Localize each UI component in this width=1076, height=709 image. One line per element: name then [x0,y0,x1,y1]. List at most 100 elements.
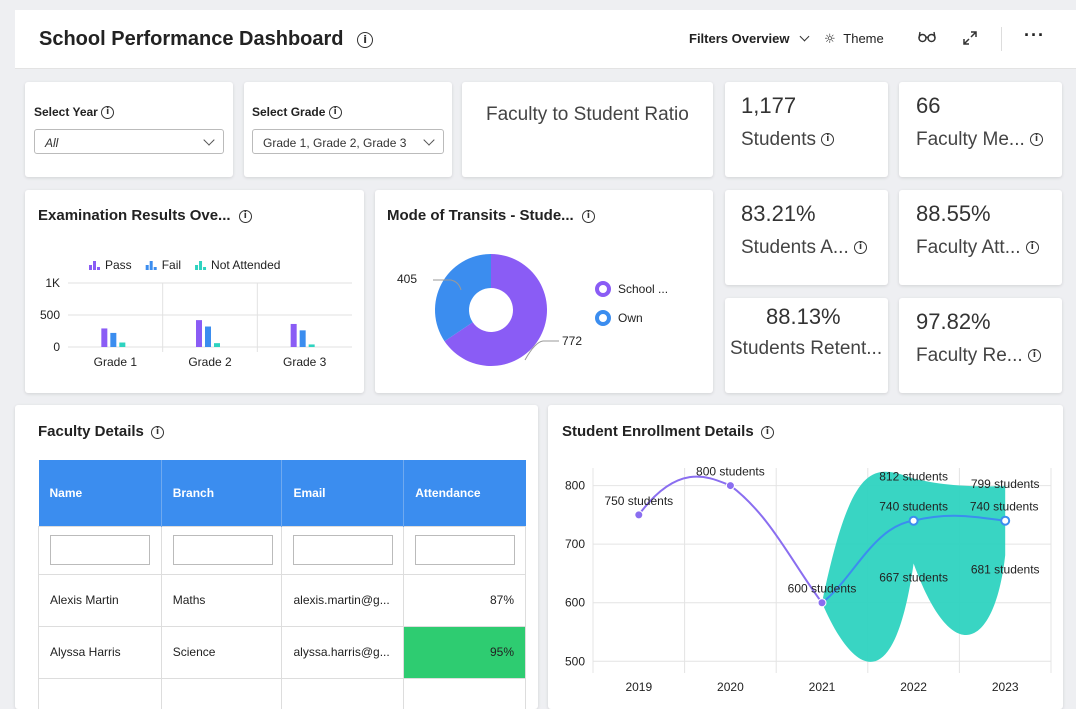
legend-swatch [595,310,611,326]
filter-cell [160,525,283,575]
branch-filter-input[interactable] [172,535,273,565]
bar [214,343,220,347]
ratio-title: Faculty to Student Ratio [486,104,689,125]
info-icon[interactable]: i [101,106,115,120]
legend-swatch [595,281,611,297]
legend-item [145,261,157,270]
legend-label: Fail [162,258,181,272]
x-tick-label: 2023 [992,680,1019,694]
faculty-title: Faculty Details i [38,423,165,440]
column-header-name[interactable]: Name [38,460,162,526]
enrollment-card: Student Enrollment Details i 500 600 700 80… [548,405,1063,709]
column-header-attendance[interactable]: Attendance [403,460,526,526]
info-icon[interactable]: i [821,133,835,147]
y-tick-label: 800 [565,479,585,493]
cell-name: Alyssa Harris [38,625,162,679]
faculty-retention-kpi-card: 97.82% Faculty Re... i [899,298,1062,393]
legend-label: Pass [105,258,132,272]
data-label: 800 students [696,465,765,479]
dashboard-header: School Performance Dashboard i Filters O… [15,10,1076,69]
data-label: 740 students [879,500,948,514]
bar [119,342,126,347]
grade-filter-card: Select Grade i Grade 1, Grade 2, Grade 3 [244,82,452,177]
info-icon[interactable]: i [1025,241,1039,255]
sun-icon: ☼ [824,32,836,47]
data-point [817,598,827,608]
legend-item [89,261,100,270]
kpi-label: Faculty Me... i [916,129,1044,151]
x-tick-label: 2021 [809,680,836,694]
year-filter-card: Select Year i All [25,82,233,177]
legend-label: Own [618,311,643,325]
info-icon[interactable]: i [357,31,374,48]
table-row[interactable] [38,677,526,709]
glasses-icon[interactable] [918,31,936,47]
faculty-table: Name Branch Email Attendance Alexis Mart… [38,460,526,709]
year-filter-label: Select Year i [34,105,115,120]
kpi-value: 1,177 [741,93,797,118]
legend-swatch [149,261,153,270]
kpi-label: Students Retent... [730,338,883,359]
kpi-label: Students A... i [741,237,868,259]
kpi-label: Faculty Re... i [916,345,1041,367]
info-icon[interactable]: i [854,241,868,255]
legend-swatch [153,267,157,270]
x-tick-label: Grade 1 [94,355,138,369]
grade-select[interactable]: Grade 1, Grade 2, Grade 3 [252,129,444,154]
y-tick-label: 500 [40,308,60,322]
faculty-attendance-kpi-card: 88.55% Faculty Att... i [899,190,1062,285]
y-tick-label: 1K [45,276,60,290]
data-label: 799 students [971,477,1040,491]
y-tick-label: 500 [565,654,585,668]
legend-item [195,261,207,270]
exam-results-card: Examination Results Ove... i 0 500 1K Grade… [25,190,364,393]
info-icon[interactable]: i [1030,133,1044,147]
bar [205,326,211,347]
ratio-card: Faculty to Student Ratio [462,82,713,177]
column-header-branch[interactable]: Branch [161,460,283,526]
cell-attendance: 95% [403,625,526,679]
cell-email: alyssa.harris@g... [281,625,405,679]
data-label: 740 students [970,500,1039,514]
data-label: 667 students [879,570,948,584]
student-retention-kpi-card: 88.13% Students Retent... [725,298,888,393]
kpi-value: 66 [916,93,941,118]
attendance-filter-input[interactable] [415,535,516,565]
header-divider [1001,27,1002,51]
data-label: 750 students [604,494,673,508]
more-options-icon[interactable]: ··· [1024,25,1045,46]
table-row[interactable]: Alexis Martin Maths alexis.martin@g... 8… [38,573,526,627]
legend-swatch [97,267,100,270]
transit-donut-chart: 405 772 School ... Own [397,254,668,366]
filters-overview-button[interactable]: Filters Overview [689,31,810,46]
year-select[interactable]: All [34,129,224,154]
grade-filter-label: Select Grade i [252,105,342,120]
info-icon[interactable]: i [328,106,342,120]
filter-cell [403,525,526,575]
legend-swatch [203,267,207,270]
x-tick-label: 2020 [717,680,744,694]
x-tick-label: 2022 [900,680,927,694]
data-point [908,515,919,526]
name-filter-input[interactable] [50,535,150,565]
data-label: 600 students [788,582,857,596]
data-label: 681 students [971,562,1040,576]
bar [196,320,202,347]
table-row[interactable]: Alyssa Harris Science alyssa.harris@g...… [38,625,526,679]
email-filter-input[interactable] [293,535,394,565]
filter-cell [281,525,405,575]
legend-swatch [93,261,96,270]
expand-icon[interactable] [963,31,977,48]
faculty-kpi-card: 66 Faculty Me... i [899,82,1062,177]
faculty-details-card: Faculty Details i Name Branch Email Atte… [15,405,538,709]
y-tick-label: 600 [565,596,585,610]
info-icon[interactable]: i [151,425,165,439]
theme-button[interactable]: ☼ Theme [824,31,884,47]
column-header-email[interactable]: Email [281,460,405,526]
info-icon[interactable]: i [1027,349,1041,363]
donut-slice [435,254,491,342]
slice-label-a: 405 [397,272,417,286]
legend-swatch [145,265,149,270]
kpi-label: Faculty Att... i [916,237,1039,259]
kpi-value: 88.55% [916,201,991,226]
